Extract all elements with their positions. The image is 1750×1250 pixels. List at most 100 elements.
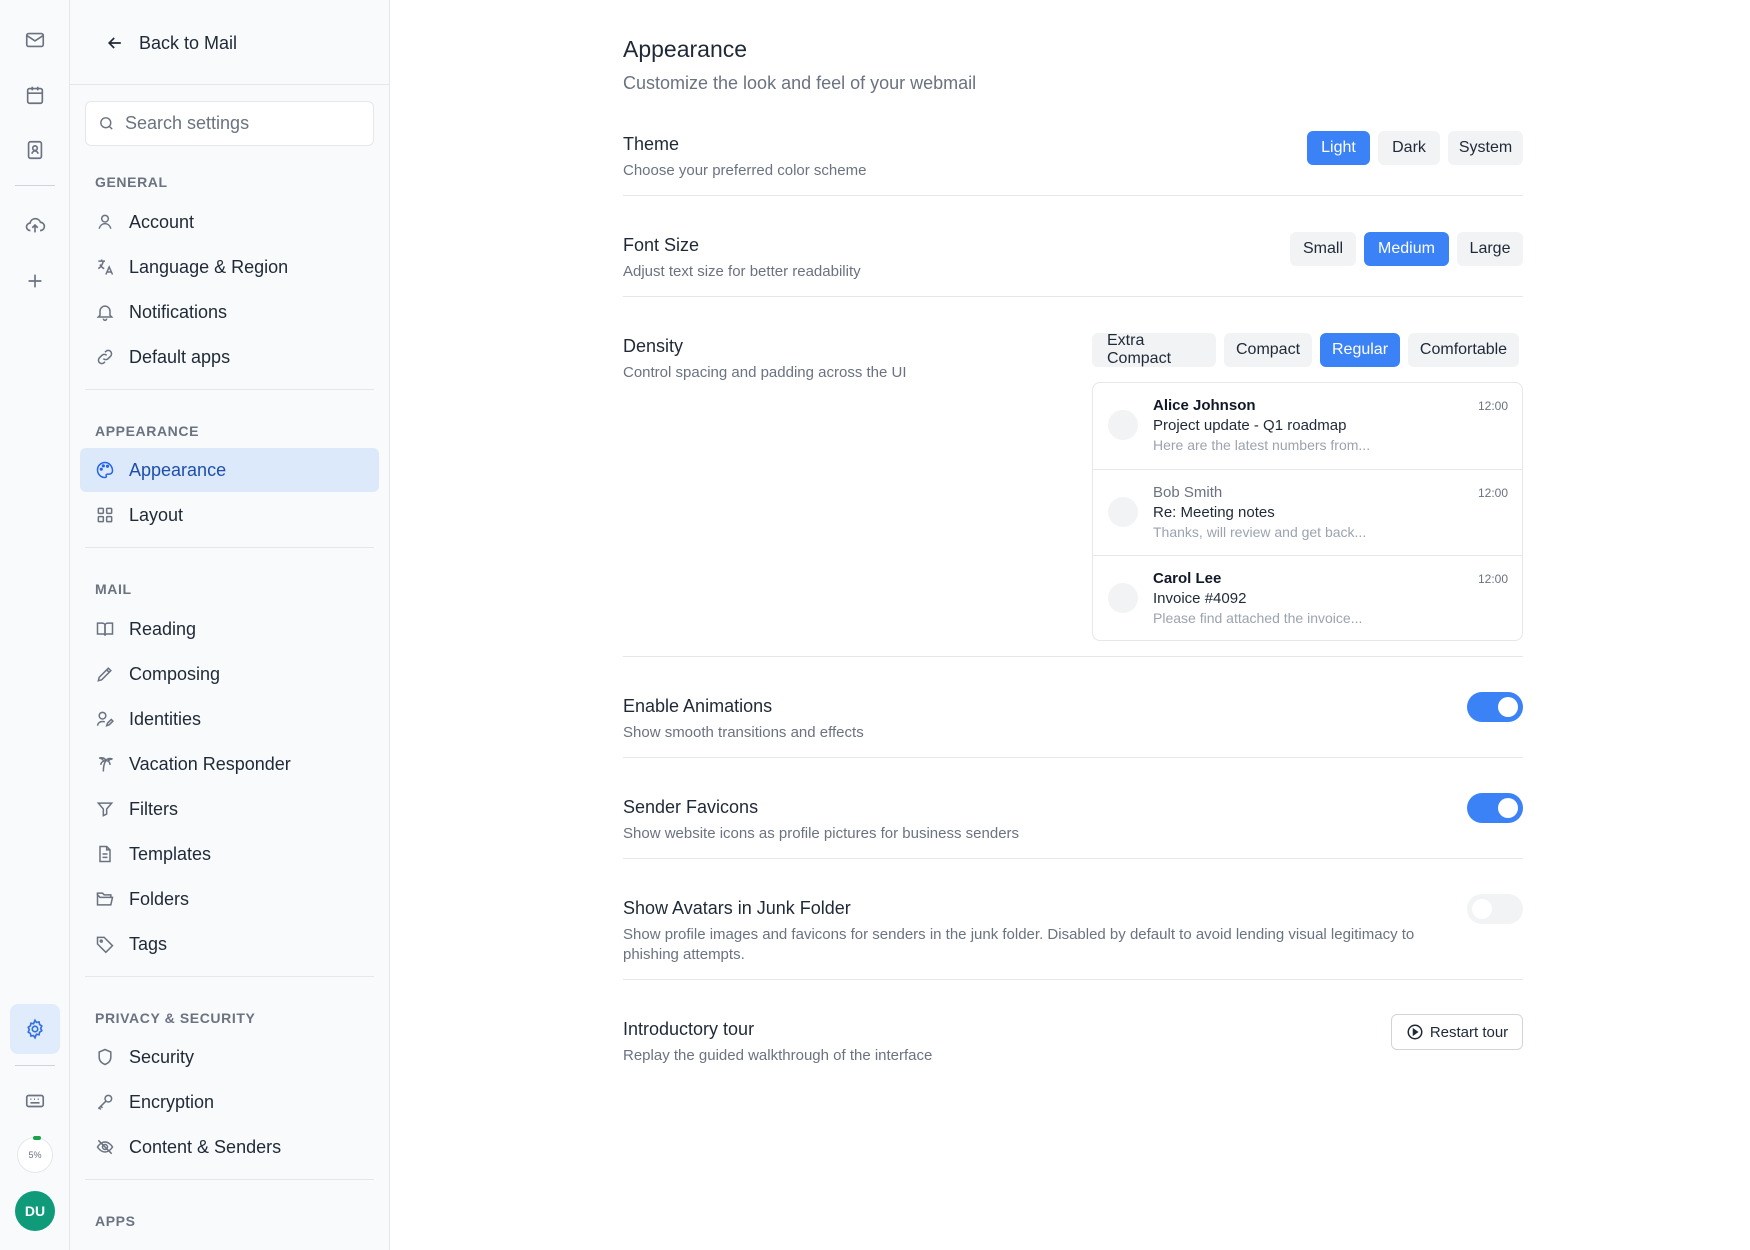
- filter-icon: [96, 802, 114, 817]
- key-icon: [97, 1094, 113, 1111]
- settings-search: [85, 101, 374, 146]
- book-icon: [96, 622, 114, 636]
- sidebar-item-layout[interactable]: Layout: [80, 493, 379, 537]
- sidebar-item-label: Filters: [129, 798, 178, 819]
- preview-message-row: Alice Johnson Project update - Q1 roadma…: [1093, 383, 1522, 469]
- toggle-knob: [1498, 798, 1518, 818]
- density-description: Control spacing and padding across the U…: [623, 364, 907, 381]
- sidebar-item-templates[interactable]: Templates: [80, 832, 379, 876]
- page-subtitle: Customize the look and feel of your webm…: [623, 73, 977, 93]
- animations-description: Show smooth transitions and effects: [623, 724, 864, 741]
- sender-favicons-toggle[interactable]: [1467, 793, 1523, 823]
- palette-icon: [96, 461, 114, 479]
- storage-quota-label: 5%: [28, 1150, 42, 1160]
- sidebar-item-content-senders[interactable]: Content & Senders: [80, 1125, 379, 1169]
- back-to-mail-link[interactable]: Back to Mail: [105, 26, 237, 60]
- theme-title: Theme: [623, 134, 680, 154]
- restart-tour-button[interactable]: Restart tour: [1391, 1014, 1523, 1050]
- sidebar-item-default-apps[interactable]: Default apps: [80, 335, 379, 379]
- sidebar-item-label: Folders: [129, 888, 190, 909]
- preview-sender: Alice Johnson: [1153, 397, 1256, 414]
- sidebar-item-label: Identities: [129, 708, 202, 729]
- sidebar-item-label: Vacation Responder: [129, 753, 291, 774]
- sidebar-divider: [85, 1179, 374, 1180]
- sidebar-item-encryption[interactable]: Encryption: [80, 1080, 379, 1124]
- grid-icon: [97, 507, 113, 523]
- user-avatar[interactable]: DU: [15, 1191, 55, 1231]
- sidebar-item-label: Composing: [129, 663, 221, 684]
- sidebar-item-language-region[interactable]: Language & Region: [80, 245, 379, 289]
- sidebar-item-label: Reading: [129, 618, 197, 639]
- junk-avatars-toggle[interactable]: [1467, 894, 1523, 924]
- mail-icon[interactable]: [10, 15, 60, 65]
- preview-message-row: Carol Lee Invoice #4092 Please find atta…: [1093, 555, 1522, 640]
- settings-gear-icon[interactable]: [10, 1004, 60, 1054]
- theme-description: Choose your preferred color scheme: [623, 162, 867, 179]
- sidebar-item-identities[interactable]: Identities: [80, 697, 379, 741]
- link-icon: [97, 349, 113, 365]
- sidebar-item-security[interactable]: Security: [80, 1035, 379, 1079]
- sidebar-item-folders[interactable]: Folders: [80, 877, 379, 921]
- density-option-regular[interactable]: Regular: [1320, 333, 1400, 367]
- font-size-option-medium[interactable]: Medium: [1364, 232, 1449, 266]
- animations-toggle[interactable]: [1467, 692, 1523, 722]
- rail-divider: [15, 185, 55, 186]
- sidebar-item-label: Account: [129, 211, 195, 232]
- group-label-mail: MAIL: [95, 581, 132, 597]
- density-option-comfortable[interactable]: Comfortable: [1408, 333, 1519, 367]
- plus-icon[interactable]: [10, 256, 60, 306]
- contacts-icon[interactable]: [10, 125, 60, 175]
- sidebar-item-filters[interactable]: Filters: [80, 787, 379, 831]
- theme-option-system[interactable]: System: [1448, 131, 1523, 165]
- font-size-selector: Small Medium Large: [1290, 232, 1523, 266]
- sidebar-item-notifications[interactable]: Notifications: [80, 290, 379, 334]
- eye-off-icon: [96, 1139, 114, 1155]
- preview-avatar: [1108, 497, 1138, 527]
- preview-subject: Re: Meeting notes: [1153, 504, 1275, 521]
- theme-option-light[interactable]: Light: [1307, 131, 1370, 165]
- folder-open-icon: [96, 892, 114, 906]
- sidebar-divider: [85, 389, 374, 390]
- appearance-settings-panel: Appearance Customize the look and feel o…: [390, 0, 1750, 1250]
- sidebar-item-composing[interactable]: Composing: [80, 652, 379, 696]
- group-label-appearance: APPEARANCE: [95, 423, 200, 439]
- sidebar-item-appearance[interactable]: Appearance: [80, 448, 379, 492]
- preview-time: 12:00: [1477, 572, 1508, 586]
- group-label-general: GENERAL: [95, 174, 168, 190]
- storage-quota-indicator[interactable]: 5%: [17, 1136, 53, 1173]
- user-pen-icon: [96, 711, 114, 727]
- theme-selector: Light Dark System: [1307, 131, 1523, 165]
- preview-sender: Carol Lee: [1153, 570, 1222, 587]
- sidebar-item-label: Language & Region: [129, 256, 289, 277]
- restart-tour-label: Restart tour: [1429, 1023, 1509, 1041]
- document-icon: [99, 845, 111, 863]
- preview-subject: Project update - Q1 roadmap: [1153, 417, 1347, 434]
- search-settings-input[interactable]: [125, 113, 365, 134]
- section-divider: [623, 195, 1523, 196]
- sidebar-item-label: Content & Senders: [129, 1136, 282, 1157]
- keyboard-icon[interactable]: [10, 1076, 60, 1126]
- sidebar-item-label: Tags: [129, 933, 168, 954]
- settings-sidebar: Back to Mail GENERAL Account Language & …: [70, 0, 390, 1250]
- calendar-icon[interactable]: [10, 70, 60, 120]
- cloud-upload-icon[interactable]: [10, 200, 60, 250]
- sidebar-item-label: Default apps: [129, 346, 231, 367]
- font-size-option-large[interactable]: Large: [1457, 232, 1523, 266]
- density-preview: Alice Johnson Project update - Q1 roadma…: [1092, 382, 1523, 641]
- density-option-compact[interactable]: Compact: [1224, 333, 1312, 367]
- preview-sender: Bob Smith: [1153, 484, 1223, 501]
- junk-avatars-title: Show Avatars in Junk Folder: [623, 898, 851, 918]
- sidebar-item-vacation-responder[interactable]: Vacation Responder: [80, 742, 379, 786]
- sidebar-item-account[interactable]: Account: [80, 200, 379, 244]
- font-size-option-small[interactable]: Small: [1290, 232, 1356, 266]
- preview-avatar: [1108, 583, 1138, 613]
- section-divider: [623, 757, 1523, 758]
- toggle-knob: [1498, 697, 1518, 717]
- sidebar-item-reading[interactable]: Reading: [80, 607, 379, 651]
- theme-option-dark[interactable]: Dark: [1378, 131, 1440, 165]
- density-option-extra-compact[interactable]: Extra Compact: [1092, 332, 1216, 367]
- arrow-left-icon: [107, 37, 121, 49]
- sidebar-item-tags[interactable]: Tags: [80, 922, 379, 966]
- sidebar-item-label: Layout: [129, 504, 184, 525]
- intro-tour-description: Replay the guided walkthrough of the int…: [623, 1047, 933, 1064]
